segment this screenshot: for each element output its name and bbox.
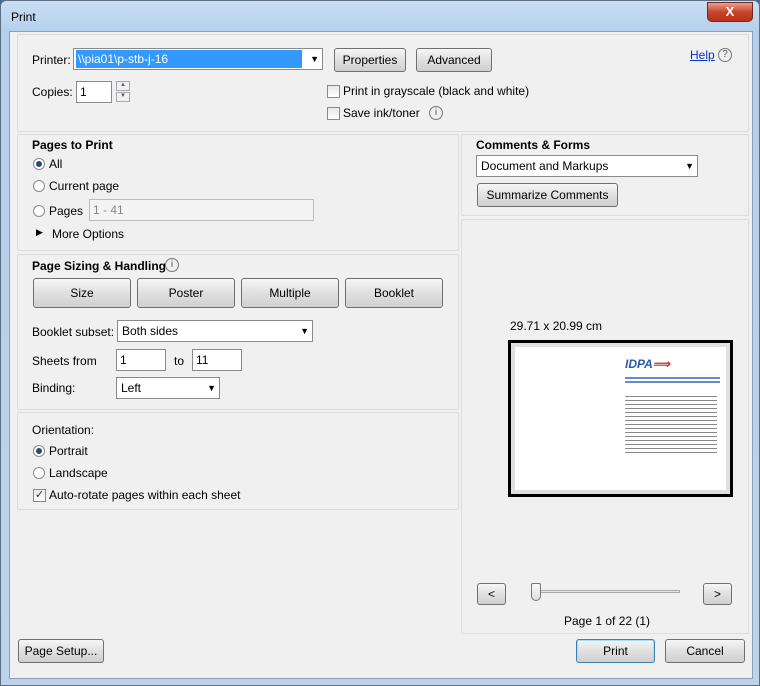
save-ink-label: Save ink/toner — [343, 106, 420, 120]
preview-panel: 29.71 x 20.99 cm IDPA⟹ < > Page 1 of 22 … — [461, 219, 749, 634]
all-label: All — [49, 157, 63, 171]
printer-select[interactable]: \\pia01\p-stb-j-16 ▼ — [73, 48, 323, 70]
binding-label: Binding: — [32, 381, 76, 395]
binding-select[interactable]: Left ▼ — [116, 377, 220, 399]
save-ink-checkbox[interactable] — [327, 107, 340, 120]
sheets-from-label: Sheets from — [32, 354, 97, 368]
current-page-label: Current page — [49, 179, 120, 193]
all-radio[interactable] — [33, 158, 45, 170]
autorotate-label: Auto-rotate pages within each sheet — [49, 488, 241, 502]
booklet-subset-label: Booklet subset: — [32, 325, 115, 339]
page-setup-button[interactable]: Page Setup... — [18, 639, 104, 663]
orientation-panel: Orientation: Portrait Landscape ✓ Auto-r… — [17, 412, 459, 510]
comments-title: Comments & Forms — [476, 138, 591, 152]
page-indicator: Page 1 of 22 (1) — [564, 614, 651, 628]
expand-triangle-icon[interactable]: ▶ — [36, 227, 43, 238]
summarize-comments-button[interactable]: Summarize Comments — [477, 183, 618, 207]
window-title: Print — [11, 10, 36, 24]
sheets-to-input[interactable]: 11 — [192, 349, 242, 371]
landscape-label: Landscape — [49, 466, 108, 480]
print-button[interactable]: Print — [576, 639, 655, 663]
orientation-title: Orientation: — [32, 423, 95, 437]
previous-page-button[interactable]: < — [477, 583, 506, 605]
copies-up-button[interactable]: ▲ — [116, 81, 130, 91]
chevron-down-icon: ▼ — [310, 54, 319, 64]
booklet-button[interactable]: Booklet — [345, 278, 443, 308]
autorotate-checkbox[interactable]: ✓ — [33, 489, 46, 502]
printer-label: Printer: — [32, 53, 71, 67]
page-slider-thumb[interactable] — [531, 583, 541, 601]
page-preview: IDPA⟹ — [508, 340, 733, 497]
pages-panel: Pages to Print All Current page Pages 1 … — [17, 134, 459, 251]
page-sizing-panel: Page Sizing & Handling i Size Poster Mul… — [17, 254, 459, 410]
portrait-label: Portrait — [49, 444, 88, 458]
chevron-down-icon: ▼ — [207, 383, 216, 393]
dialog-body: Printer: \\pia01\p-stb-j-16 ▼ Properties… — [9, 31, 753, 679]
pages-radio[interactable] — [33, 205, 45, 217]
comments-panel: Comments & Forms Document and Markups ▼ S… — [461, 134, 749, 216]
landscape-radio[interactable] — [33, 467, 45, 479]
next-page-button[interactable]: > — [703, 583, 732, 605]
comments-select[interactable]: Document and Markups ▼ — [476, 155, 698, 177]
advanced-button[interactable]: Advanced — [416, 48, 492, 72]
chevron-down-icon: ▼ — [685, 161, 694, 171]
grayscale-checkbox[interactable] — [327, 85, 340, 98]
comments-value: Document and Markups — [481, 159, 609, 173]
printer-value: \\pia01\p-stb-j-16 — [76, 50, 302, 68]
portrait-radio[interactable] — [33, 445, 45, 457]
current-page-radio[interactable] — [33, 180, 45, 192]
sheets-from-input[interactable]: 1 — [116, 349, 166, 371]
help-icon[interactable]: ? — [718, 48, 732, 62]
page-slider-track[interactable] — [532, 590, 680, 593]
size-button[interactable]: Size — [33, 278, 131, 308]
booklet-subset-value: Both sides — [122, 324, 179, 338]
pages-title: Pages to Print — [32, 138, 113, 152]
copies-input[interactable]: 1 — [76, 81, 112, 103]
properties-button[interactable]: Properties — [334, 48, 406, 72]
close-button[interactable]: X — [707, 2, 753, 22]
cancel-button[interactable]: Cancel — [665, 639, 745, 663]
booklet-subset-select[interactable]: Both sides ▼ — [117, 320, 313, 342]
info-icon[interactable]: i — [429, 106, 443, 120]
idpa-logo: IDPA⟹ — [625, 357, 670, 371]
poster-button[interactable]: Poster — [137, 278, 235, 308]
paper-size: 29.71 x 20.99 cm — [510, 319, 603, 333]
pages-label: Pages — [49, 204, 84, 218]
pages-range-input[interactable]: 1 - 41 — [89, 199, 314, 221]
binding-value: Left — [121, 381, 142, 395]
sizing-title: Page Sizing & Handling — [32, 259, 167, 273]
multiple-button[interactable]: Multiple — [241, 278, 339, 308]
grayscale-label: Print in grayscale (black and white) — [343, 84, 530, 98]
chevron-down-icon: ▼ — [300, 326, 309, 336]
copies-down-button[interactable]: ▼ — [116, 92, 130, 102]
to-label: to — [174, 354, 185, 368]
copies-label: Copies: — [32, 85, 73, 99]
more-options-toggle[interactable]: More Options — [52, 227, 124, 241]
printer-panel: Printer: \\pia01\p-stb-j-16 ▼ Properties… — [17, 34, 749, 132]
print-dialog: Print X Printer: \\pia01\p-stb-j-16 ▼ Pr… — [0, 0, 760, 686]
help-link[interactable]: Help — [690, 48, 715, 62]
info-icon[interactable]: i — [165, 258, 179, 272]
